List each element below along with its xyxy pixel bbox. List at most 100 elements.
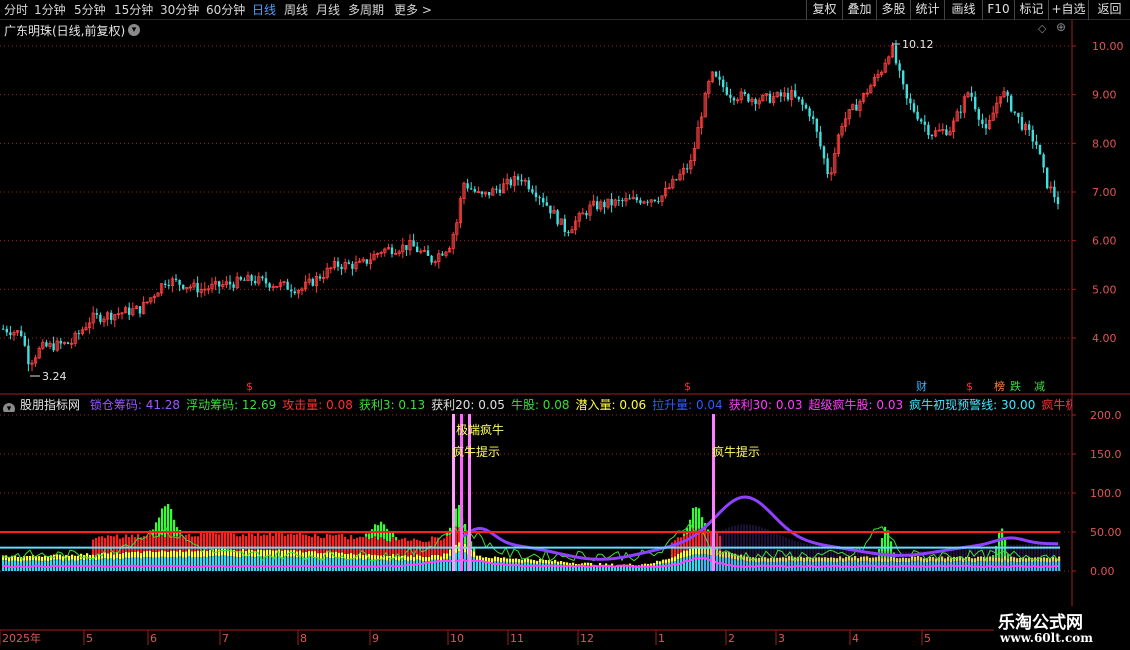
bar-cyan <box>689 555 692 571</box>
bar-cyan <box>293 556 296 571</box>
indicator-field-value: 0.03 <box>775 398 803 412</box>
bar-cyan <box>254 557 257 571</box>
candle-body <box>747 94 750 102</box>
candle-body <box>66 342 70 344</box>
candle-body <box>336 261 340 267</box>
bar-cyan <box>236 557 239 571</box>
candle-body <box>498 189 502 193</box>
bar-red <box>332 535 335 553</box>
bar-yellow <box>674 556 677 562</box>
candle-body <box>657 201 660 203</box>
indicator-field-label: 疯牛极端预警线: <box>1041 398 1072 412</box>
bar-yellow <box>125 551 128 558</box>
candle-body <box>250 275 253 281</box>
candle-body <box>603 201 606 208</box>
candle-body <box>725 87 728 95</box>
bar-yellow <box>485 557 488 562</box>
candle-body <box>99 314 102 322</box>
bar-yellow <box>185 551 188 558</box>
bar-cyan <box>170 557 173 571</box>
bar-red <box>680 537 683 553</box>
bar-yellow <box>176 551 179 558</box>
signal-spike <box>460 414 463 571</box>
bar-red <box>254 536 257 551</box>
bar-yellow <box>149 550 152 557</box>
bar-red <box>311 537 314 552</box>
bar-green <box>170 509 173 534</box>
bar-yellow <box>665 559 668 564</box>
indicator-field-label: 疯牛初现预警线: <box>909 398 1001 412</box>
bar-cyan <box>695 553 698 571</box>
bar-cyan <box>560 564 563 571</box>
bar-yellow <box>563 561 566 565</box>
bar-cyan <box>314 557 317 571</box>
bar-cyan <box>602 566 605 571</box>
bar-yellow <box>146 550 149 558</box>
indicator-field: 浮动筹码: 12.69 <box>186 398 276 412</box>
bar-yellow <box>437 554 440 560</box>
date-axis-label: 4 <box>852 632 859 645</box>
bar-cyan <box>290 556 293 571</box>
bar-yellow <box>509 558 512 563</box>
chart-canvas[interactable]: 10.123.24$ $ 财 $ 榜跌减 极端疯牛疯牛提示 疯牛提示 10.009.008… <box>0 0 1130 650</box>
bar-cyan <box>107 558 110 571</box>
bar-yellow <box>530 559 533 564</box>
bar-cyan <box>179 556 182 571</box>
candle-body <box>930 135 934 137</box>
bar-yellow <box>197 550 200 557</box>
chevron-down-icon[interactable]: ▾ <box>128 24 140 36</box>
candle-body <box>264 278 268 284</box>
bar-red <box>98 536 101 555</box>
indicator-field-value: 0.08 <box>542 398 570 412</box>
bar-yellow <box>320 553 323 559</box>
bar-yellow <box>371 554 374 560</box>
bar-cyan <box>614 567 617 571</box>
indicator-name[interactable]: 股朋指标网 <box>20 398 80 412</box>
indicator-menu-icon[interactable]: ▾ <box>3 403 15 412</box>
bar-green <box>386 528 389 542</box>
bar-cyan <box>455 552 458 571</box>
bar-red <box>221 532 224 549</box>
signal-label: 疯牛提示 <box>712 444 760 459</box>
bar-cyan <box>620 567 623 571</box>
bar-cyan <box>668 562 671 571</box>
bar-red <box>359 536 362 553</box>
bar-red <box>338 534 341 553</box>
bar-cyan <box>104 558 107 571</box>
bar-red <box>128 537 131 553</box>
bar-cyan <box>266 556 269 571</box>
bar-red <box>329 534 332 553</box>
bar-red <box>215 533 218 549</box>
indicator-field: 获利30: 0.03 <box>729 398 803 412</box>
bar-yellow <box>659 561 662 565</box>
indicator-values: 锁仓筹码: 41.28 浮动筹码: 12.69 攻击量: 0.08 获利3: 0.13… <box>90 398 1072 412</box>
bar-cyan <box>203 556 206 571</box>
bar-red <box>368 539 371 554</box>
bar-green <box>698 508 701 529</box>
candle-body <box>1013 111 1016 113</box>
bar-red <box>116 534 119 553</box>
bar-yellow <box>557 561 560 565</box>
candle-body <box>794 90 797 97</box>
candle-body <box>254 280 257 284</box>
candle-body <box>347 262 350 264</box>
bar-yellow <box>128 552 131 559</box>
candle-body <box>167 284 170 286</box>
bar-cyan <box>245 557 248 571</box>
bar-cyan <box>509 562 512 571</box>
bar-cyan <box>278 556 281 571</box>
bar-cyan <box>155 557 158 571</box>
bar-cyan <box>617 566 620 571</box>
bar-cyan <box>158 557 161 571</box>
bar-yellow <box>428 556 431 562</box>
bar-red <box>107 535 110 554</box>
bar-cyan <box>188 555 191 571</box>
bar-yellow <box>38 556 41 561</box>
bar-yellow <box>59 554 62 560</box>
candle-body <box>920 119 923 122</box>
diamond-icon[interactable]: ◇ <box>1038 22 1046 35</box>
bar-cyan <box>578 566 581 571</box>
bar-green <box>380 521 383 538</box>
bar-red <box>344 536 347 554</box>
expand-icon[interactable]: ⊕ <box>1056 20 1066 34</box>
